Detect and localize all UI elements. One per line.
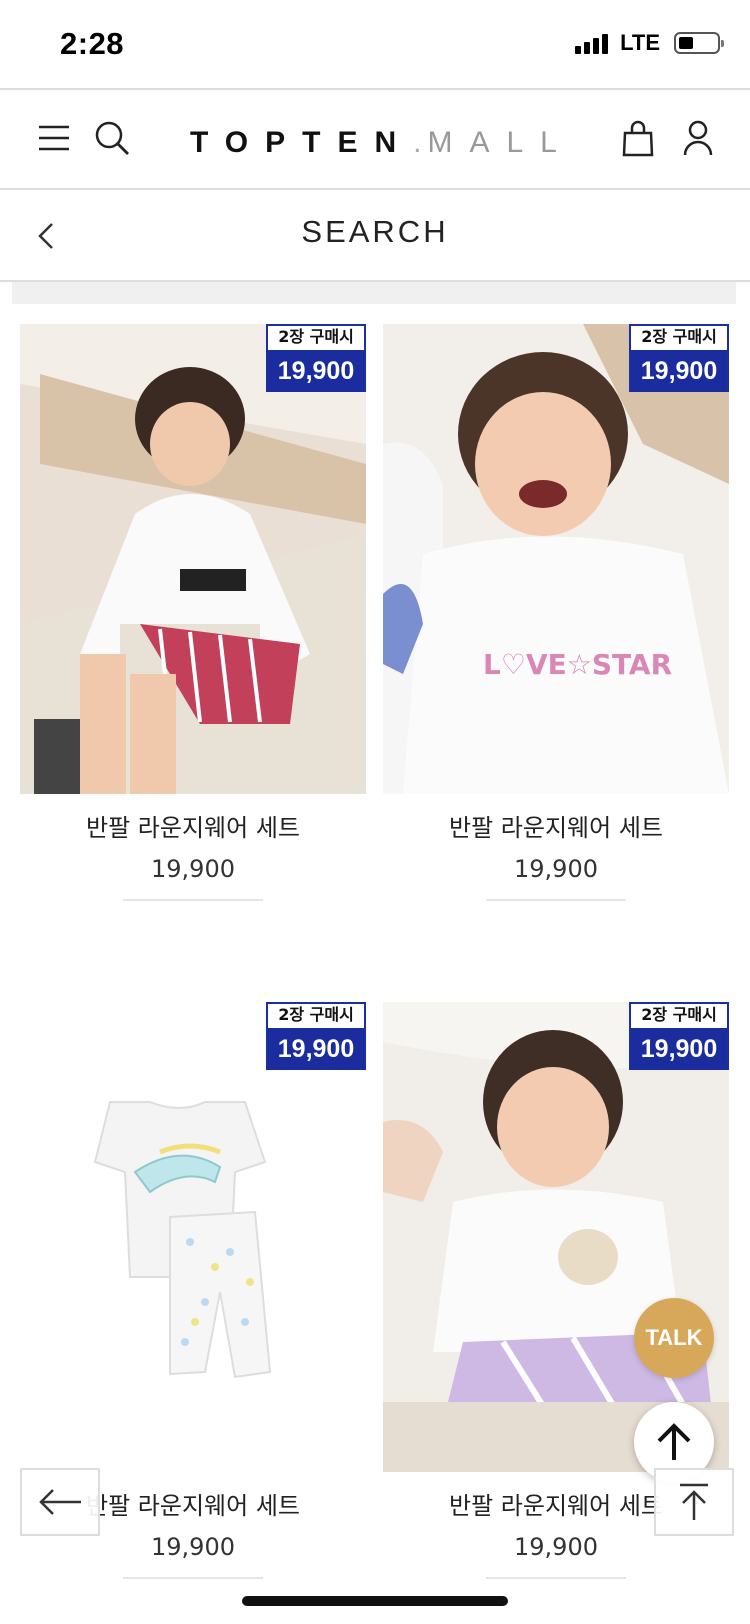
signal-icon bbox=[575, 32, 609, 54]
product-price: 19,900 bbox=[514, 855, 598, 883]
product-card[interactable]: 2장 구매시 19,900 반팔 라운지웨어 세트 19,900 bbox=[20, 324, 366, 901]
arrow-left-icon bbox=[39, 1489, 81, 1515]
product-card[interactable]: L♡VE☆STAR 2장 구매시 19,900 반팔 라운지웨어 세트 19,9… bbox=[383, 324, 729, 901]
product-price: 19,900 bbox=[151, 855, 235, 883]
page-title: SEARCH bbox=[301, 214, 449, 249]
site-header: TOPTEN.MALL bbox=[0, 88, 750, 190]
shopping-bag-icon[interactable] bbox=[616, 116, 660, 160]
product-divider bbox=[123, 899, 263, 901]
promo-badge: 2장 구매시 19,900 bbox=[629, 1002, 729, 1070]
logo-brand: TOPTEN bbox=[190, 126, 414, 159]
product-divider bbox=[123, 1577, 263, 1579]
promo-badge: 2장 구매시 19,900 bbox=[266, 324, 366, 392]
network-label: LTE bbox=[620, 30, 660, 55]
arrow-to-top-icon bbox=[680, 1483, 708, 1520]
product-price: 19,900 bbox=[151, 1533, 235, 1561]
svg-text:L♡VE☆STAR: L♡VE☆STAR bbox=[483, 648, 672, 681]
product-name[interactable]: 반팔 라운지웨어 세트 bbox=[383, 808, 729, 843]
promo-badge-price: 19,900 bbox=[268, 350, 364, 392]
promo-badge: 2장 구매시 19,900 bbox=[266, 1002, 366, 1070]
arrow-up-icon bbox=[657, 1423, 691, 1460]
divider-band bbox=[12, 282, 736, 304]
logo-dot: . bbox=[413, 126, 428, 159]
search-subheader: SEARCH bbox=[0, 190, 750, 282]
browser-back-button[interactable] bbox=[20, 1468, 100, 1536]
menu-icon[interactable] bbox=[32, 116, 76, 160]
home-indicator bbox=[242, 1596, 508, 1606]
user-icon[interactable] bbox=[676, 116, 720, 160]
search-icon[interactable] bbox=[90, 116, 134, 160]
topten-mall-logo[interactable]: TOPTEN.MALL bbox=[190, 126, 574, 160]
product-name[interactable]: 반팔 라운지웨어 세트 bbox=[20, 808, 366, 843]
promo-badge: 2장 구매시 19,900 bbox=[629, 324, 729, 392]
status-bar: 2:28 LTE bbox=[0, 0, 750, 88]
battery-icon bbox=[674, 32, 724, 54]
promo-badge-label: 2장 구매시 bbox=[268, 1004, 364, 1028]
logo-suffix: MALL bbox=[427, 126, 574, 159]
promo-badge-price: 19,900 bbox=[631, 1028, 727, 1070]
promo-badge-price: 19,900 bbox=[631, 350, 727, 392]
product-image[interactable]: L♡VE☆STAR 2장 구매시 19,900 bbox=[383, 324, 729, 794]
product-image[interactable]: 2장 구매시 19,900 bbox=[20, 1002, 366, 1472]
promo-badge-label: 2장 구매시 bbox=[631, 326, 727, 350]
product-image[interactable]: 2장 구매시 19,900 bbox=[20, 324, 366, 794]
product-divider bbox=[486, 1577, 626, 1579]
product-divider bbox=[486, 899, 626, 901]
talk-chat-button[interactable]: TALK bbox=[634, 1298, 714, 1378]
promo-badge-label: 2장 구매시 bbox=[631, 1004, 727, 1028]
status-time: 2:28 bbox=[60, 26, 125, 61]
promo-badge-price: 19,900 bbox=[268, 1028, 364, 1070]
page-top-button[interactable] bbox=[654, 1468, 734, 1536]
product-price: 19,900 bbox=[514, 1533, 598, 1561]
status-indicators: LTE bbox=[575, 30, 724, 56]
promo-badge-label: 2장 구매시 bbox=[268, 326, 364, 350]
